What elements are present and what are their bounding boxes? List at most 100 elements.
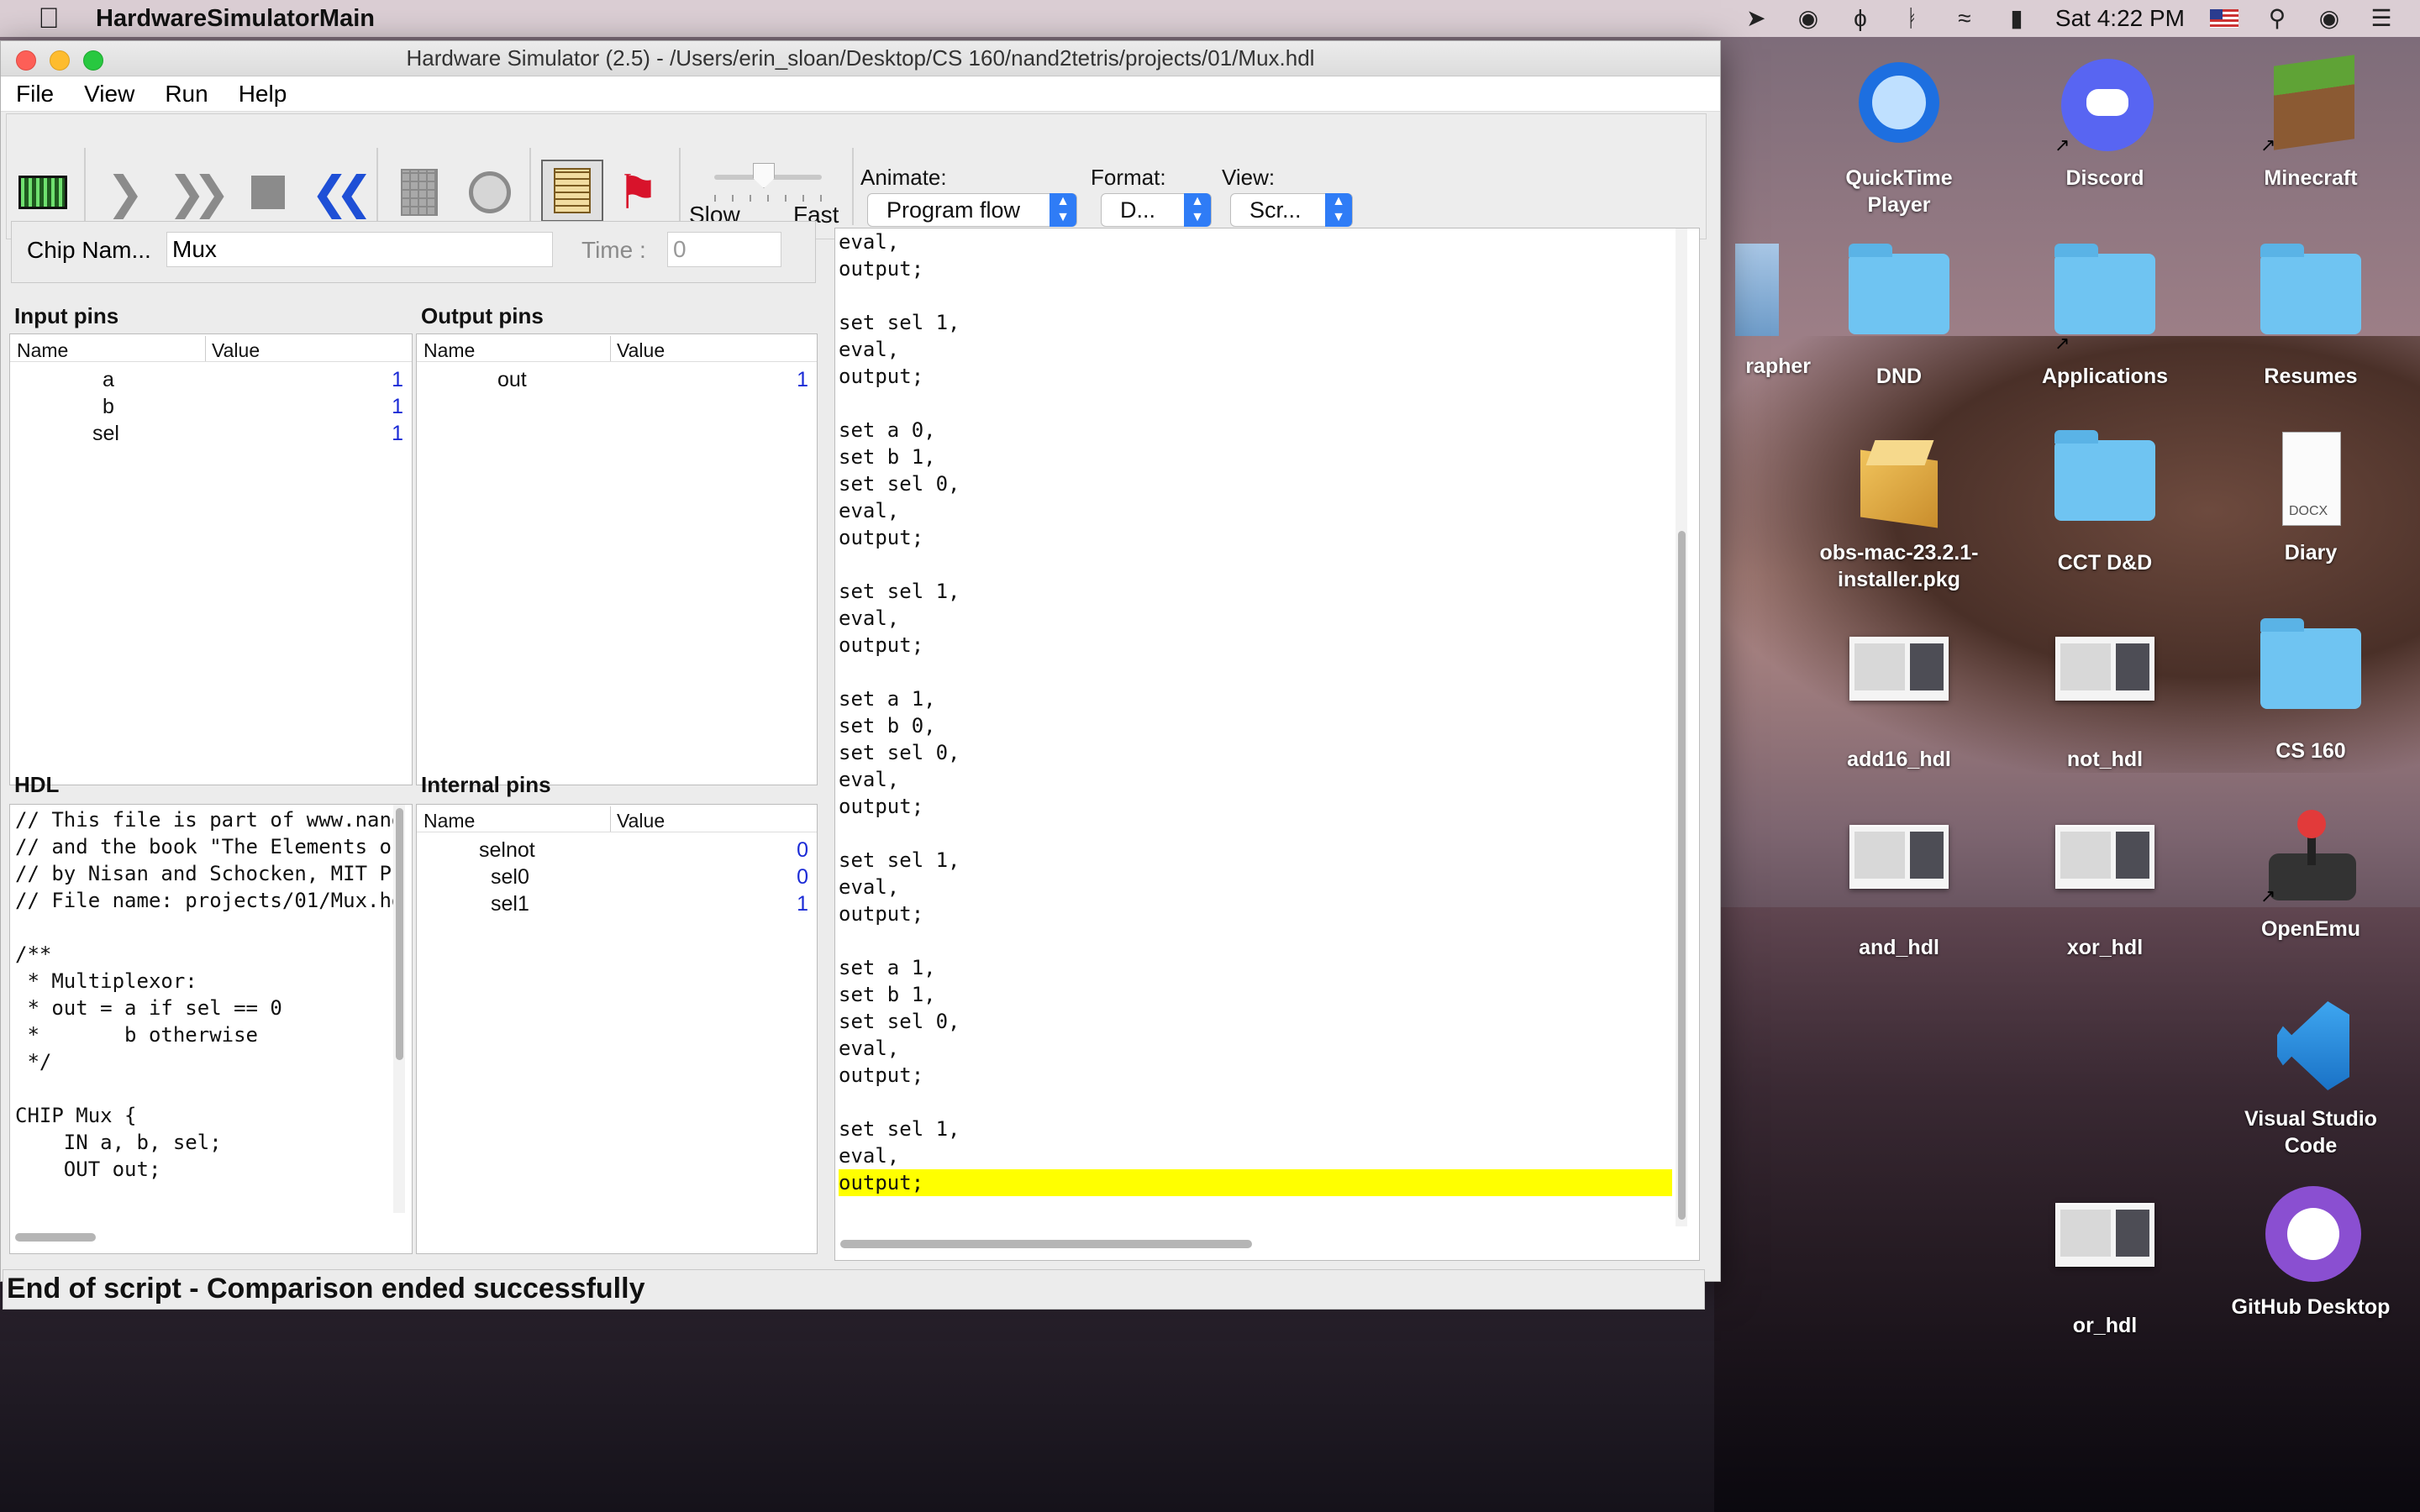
grammarly-icon[interactable]: ◉ (1795, 5, 1822, 32)
docx-file-icon: DOCX (2260, 430, 2361, 531)
wifi-icon[interactable]: ≈ (1951, 5, 1978, 32)
menu-view[interactable]: View (69, 81, 150, 108)
speed-slider-knob[interactable] (753, 163, 775, 188)
folder-icon (1849, 244, 1949, 334)
screenshot-thumbnail-icon (2055, 637, 2154, 701)
run-button[interactable]: ❯❯ (166, 166, 230, 218)
view-label: View: (1222, 165, 1276, 190)
alarm-clock-icon (469, 171, 511, 213)
script-horizontal-scroll-thumb[interactable] (840, 1240, 1252, 1248)
time-field[interactable]: 0 (667, 232, 781, 267)
column-header-name[interactable]: Name (424, 810, 475, 832)
script-line (839, 1089, 1672, 1116)
format-label: Format: (1091, 165, 1166, 190)
script-viewer[interactable]: eval, output; set sel 1, eval, output; set a … (834, 228, 1700, 1261)
close-window-button[interactable] (16, 50, 36, 71)
clock-tick-button[interactable] (464, 166, 516, 218)
screenshot-thumbnail-icon (1849, 637, 1949, 701)
desktop-icon-dnd[interactable]: DND (1815, 244, 1983, 390)
desktop-icon-add16-hdl[interactable]: add16_hdl (1815, 618, 1983, 773)
chip-name-label: Chip Nam... (27, 237, 151, 263)
desktop-icon-cct-dnd[interactable]: CCT D&D (2021, 430, 2189, 576)
notification-center-icon[interactable]: ☰ (2368, 5, 2395, 32)
window-titlebar[interactable]: Hardware Simulator (2.5) - /Users/erin_s… (1, 41, 1720, 76)
script-vertical-scrollbar[interactable] (1676, 228, 1687, 1226)
eval-button[interactable] (393, 166, 445, 218)
script-line: set sel 0, (839, 741, 960, 764)
time-label: Time : (581, 237, 646, 263)
internal-pins-title: Internal pins (421, 772, 551, 797)
column-header-value[interactable]: Value (617, 339, 665, 362)
script-line: set sel 0, (839, 1010, 960, 1033)
hdl-vertical-scrollbar[interactable] (393, 805, 405, 1213)
time-machine-icon[interactable]: ϕ (1847, 5, 1874, 32)
battery-icon[interactable]: ▮ (2003, 5, 2030, 32)
script-line: output; (839, 365, 924, 388)
rewind-icon: ❮❮ (310, 167, 373, 218)
scroll-thumb[interactable] (396, 808, 403, 1060)
scroll-thumb[interactable] (1678, 531, 1686, 1220)
load-chip-button[interactable] (17, 166, 69, 218)
desktop-icon-not-hdl[interactable]: not_hdl (2021, 618, 2189, 773)
desktop-icon-applications[interactable]: ↗ Applications (2021, 244, 2189, 390)
desktop-icon-or-hdl[interactable]: or_hdl (2021, 1184, 2189, 1339)
menu-file[interactable]: File (1, 81, 69, 108)
location-arrow-icon[interactable]: ➤ (1743, 5, 1770, 32)
desktop-icon-resumes[interactable]: Resumes (2227, 244, 2395, 390)
input-source-flag-icon[interactable] (2210, 9, 2238, 28)
siri-icon[interactable]: ◉ (2316, 5, 2343, 32)
desktop-icon-minecraft[interactable]: ↗ Minecraft (2227, 55, 2395, 192)
minimize-window-button[interactable] (50, 50, 70, 71)
script-line: set sel 1, (839, 1117, 960, 1141)
desktop-icon-and-hdl[interactable]: and_hdl (1815, 806, 1983, 961)
script-line: eval, (839, 768, 900, 791)
apple-icon[interactable]:  (34, 3, 64, 34)
script-line: output; (839, 795, 924, 818)
script-view-button[interactable] (541, 160, 603, 222)
single-step-button[interactable]: ❯ (99, 166, 151, 218)
scroll-script-icon (554, 168, 591, 213)
script-line: eval, (839, 1144, 900, 1168)
format-select[interactable]: D... ▲ ▼ (1101, 193, 1212, 227)
select-arrows-icon: ▲ ▼ (1184, 193, 1211, 227)
active-app-name[interactable]: HardwareSimulatorMain (96, 5, 375, 33)
chip-icon (18, 176, 67, 209)
hdl-code: // This file is part of www.nand// and t… (15, 808, 393, 1181)
input-pins-title: Input pins (14, 303, 119, 328)
stop-button[interactable] (242, 166, 294, 218)
column-header-value[interactable]: Value (617, 810, 665, 832)
script-line: set b 1, (839, 983, 936, 1006)
script-line (839, 659, 1672, 685)
menu-bar-clock[interactable]: Sat 4:22 PM (2055, 5, 2185, 32)
column-header-name[interactable]: Name (424, 339, 475, 362)
spotlight-search-icon[interactable]: ⚲ (2264, 5, 2291, 32)
desktop-icon-diary[interactable]: DOCX Diary (2227, 430, 2395, 566)
desktop-icon-discord[interactable]: ↗ Discord (2021, 55, 2189, 192)
desktop-icon-vscode[interactable]: Visual Studio Code (2227, 996, 2395, 1159)
chip-name-field[interactable]: Mux (166, 232, 553, 267)
github-icon (2260, 1184, 2361, 1285)
menu-run[interactable]: Run (150, 81, 223, 108)
desktop-icon-xor-hdl[interactable]: xor_hdl (2021, 806, 2189, 961)
desktop-icon-openemu[interactable]: ↗ OpenEmu (2227, 806, 2395, 942)
script-line: set sel 1, (839, 848, 960, 872)
desktop-icon-cs160[interactable]: CS 160 (2227, 618, 2395, 764)
breakpoints-button[interactable]: ⚑ (612, 165, 664, 218)
chip-name-bar: Chip Nam... Mux Time : 0 (11, 221, 816, 283)
view-select[interactable]: Scr... ▲ ▼ (1230, 193, 1353, 227)
animate-select[interactable]: Program flow ▲ ▼ (867, 193, 1077, 227)
desktop-icon-github-desktop[interactable]: GitHub Desktop (2227, 1184, 2395, 1320)
column-header-name[interactable]: Name (17, 339, 68, 362)
desktop-icon-quicktime[interactable]: QuickTime Player (1815, 55, 1983, 218)
menu-help[interactable]: Help (224, 81, 302, 108)
script-line: set a 1, (839, 956, 936, 979)
desktop-icon-obs-installer[interactable]: obs-mac-23.2.1-installer.pkg (1815, 430, 1983, 593)
output-pins-title: Output pins (421, 303, 544, 328)
hdl-horizontal-scroll-thumb[interactable] (15, 1233, 96, 1242)
reset-button[interactable]: ❮❮ (309, 166, 373, 218)
column-header-value[interactable]: Value (212, 339, 260, 362)
package-icon (1849, 430, 1949, 531)
zoom-window-button[interactable] (83, 50, 103, 71)
hdl-viewer[interactable]: // This file is part of www.nand// and t… (9, 804, 413, 1254)
bluetooth-icon[interactable]: ᛓ (1899, 5, 1926, 32)
